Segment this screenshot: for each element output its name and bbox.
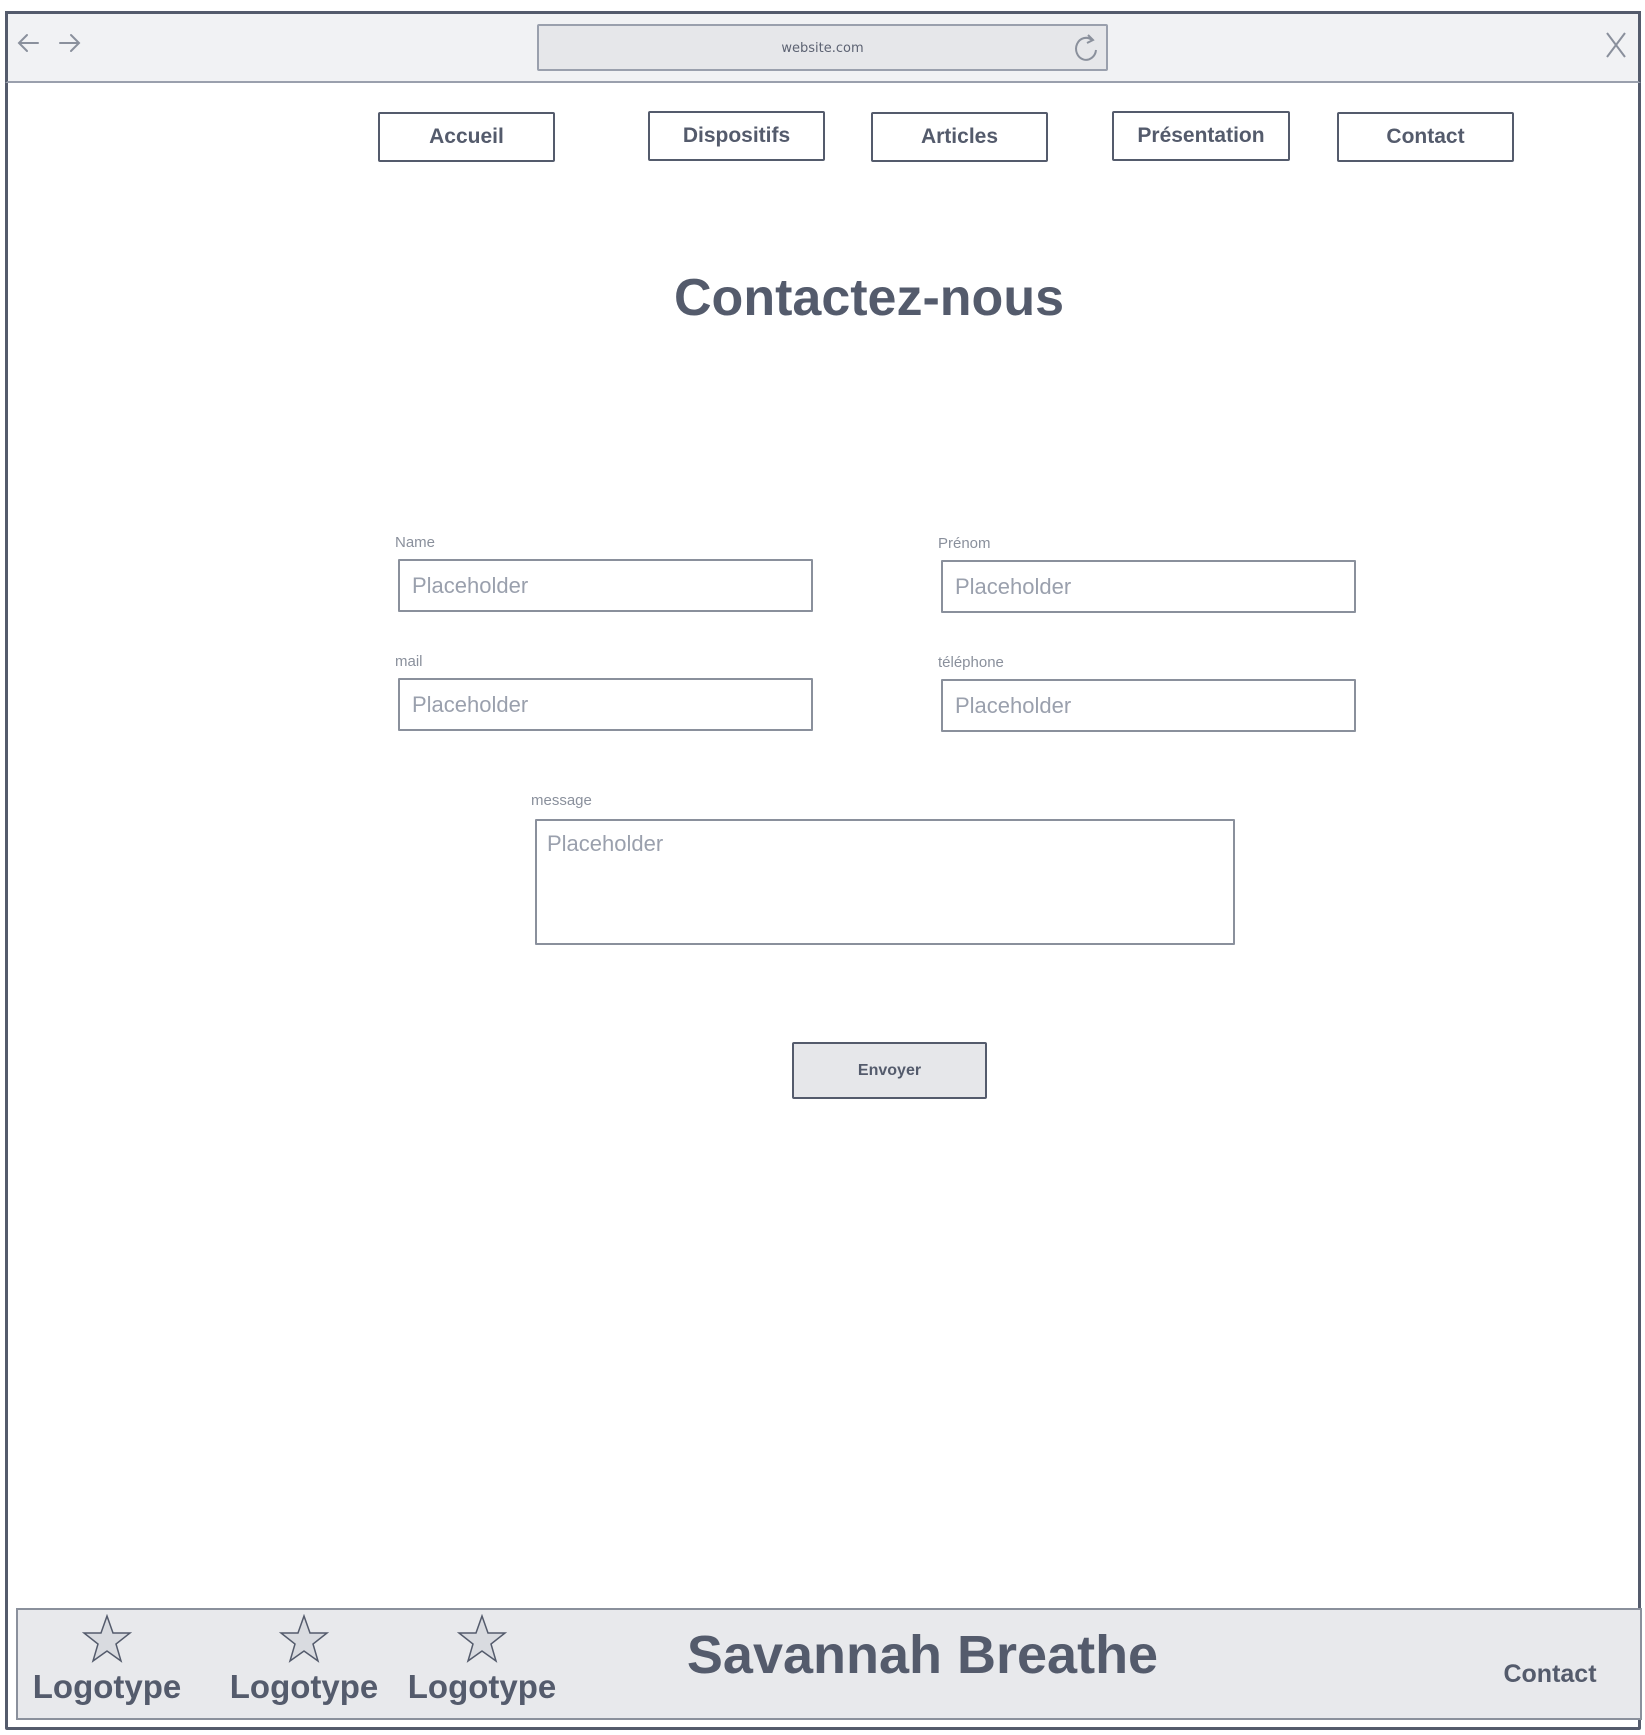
star-icon [279, 1614, 329, 1663]
name-input[interactable] [398, 559, 813, 612]
close-icon[interactable] [1603, 30, 1629, 60]
message-textarea[interactable] [535, 819, 1235, 945]
footer-brand: Savannah Breathe [686, 1625, 1159, 1685]
mail-label: mail [395, 653, 423, 670]
name-label: Name [395, 534, 436, 551]
footer-logo-2[interactable]: Logotype [219, 1614, 389, 1714]
telephone-label: téléphone [938, 654, 1004, 671]
address-bar[interactable]: website.com [537, 24, 1108, 71]
nav-accueil-button[interactable]: Accueil [378, 112, 555, 162]
url-text: website.com [781, 41, 864, 56]
reload-icon[interactable] [1072, 32, 1102, 66]
prenom-input[interactable] [941, 560, 1356, 613]
prenom-label: Prénom [938, 535, 991, 552]
logo-label: Logotype [32, 1668, 182, 1705]
logo-label: Logotype [229, 1668, 379, 1705]
forward-arrow-icon[interactable] [56, 30, 82, 56]
star-icon [457, 1614, 507, 1663]
footer-logo-3[interactable]: Logotype [397, 1614, 567, 1714]
message-label: message [531, 792, 592, 809]
nav-presentation-button[interactable]: Présentation [1112, 111, 1290, 161]
back-arrow-icon[interactable] [16, 30, 42, 56]
logo-label: Logotype [407, 1668, 557, 1705]
mail-input[interactable] [398, 678, 813, 731]
footer-logo-1[interactable]: Logotype [22, 1614, 192, 1714]
footer-contact-link[interactable]: Contact [1490, 1660, 1610, 1689]
nav-articles-button[interactable]: Articles [871, 112, 1048, 162]
star-icon [82, 1614, 132, 1663]
send-button[interactable]: Envoyer [792, 1042, 987, 1099]
nav-contact-button[interactable]: Contact [1337, 112, 1514, 162]
page-title: Contactez-nous [674, 269, 1064, 327]
nav-dispositifs-button[interactable]: Dispositifs [648, 111, 825, 161]
telephone-input[interactable] [941, 679, 1356, 732]
